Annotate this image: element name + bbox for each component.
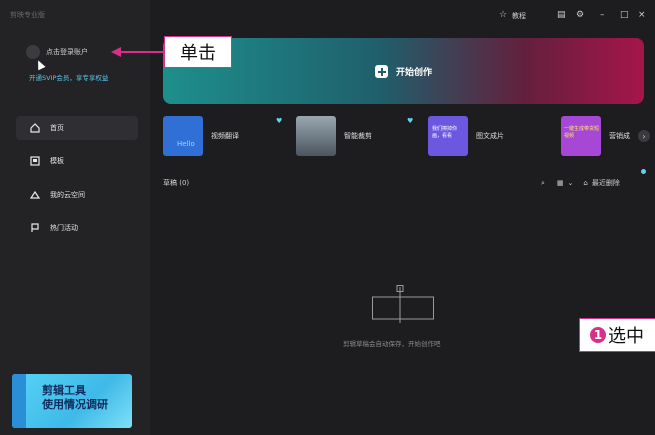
- notification-dot: [641, 169, 646, 174]
- survey-text: 剪辑工具 使用情况调研: [42, 384, 108, 412]
- sidebar-item-events[interactable]: 热门活动: [16, 216, 138, 240]
- start-creation-button[interactable]: 开始创作: [163, 38, 644, 104]
- tool-marketing[interactable]: 一键生成带货短视频 营销成: [561, 116, 630, 156]
- plus-icon: [374, 64, 388, 78]
- tool-label: 智能裁剪: [344, 132, 372, 140]
- sidebar-item-label: 我的云空间: [50, 191, 85, 199]
- minimize-icon[interactable]: –: [600, 10, 605, 20]
- sidebar-item-label: 首页: [50, 124, 64, 132]
- recycle-icon: ⌂: [583, 179, 588, 187]
- login-button[interactable]: 点击登录账户: [26, 45, 88, 59]
- feedback-icon[interactable]: ▤: [557, 10, 566, 20]
- survey-illustration: [12, 374, 26, 428]
- tutorial-button[interactable]: 教程: [512, 11, 526, 21]
- thumb-text: Hello: [177, 140, 195, 148]
- search-icon[interactable]: ⌕: [541, 179, 545, 188]
- drafts-title: 草稿 (0): [163, 179, 190, 187]
- sidebar-item-label: 热门活动: [50, 224, 78, 232]
- title-bar: ☆ 教程 ▤ ⚙ – □ ×: [150, 0, 655, 30]
- tool-text-to-video[interactable]: 我们擦掉你画，看看 图文成片: [428, 116, 504, 156]
- arrow-left-icon: [111, 47, 121, 57]
- cloud-icon: [30, 190, 40, 200]
- view-toggle-icon[interactable]: ▦: [557, 179, 564, 187]
- avatar: [26, 45, 40, 59]
- thumb-text: 我们擦掉你画，看看: [432, 126, 458, 139]
- tool-label: 营销成: [609, 132, 630, 140]
- tutorial-icon: ☆: [499, 10, 508, 20]
- start-creation-label: 开始创作: [395, 67, 432, 78]
- app-window: 剪映专业版 点击登录账户 开通SVIP会员，享专享权益 首页 模板 我的云空间: [0, 0, 655, 435]
- tool-label: 视频翻译: [211, 132, 239, 140]
- step-number: 1: [590, 327, 606, 343]
- tool-video-translate[interactable]: Hello 视频翻译: [163, 116, 239, 156]
- more-tools-button[interactable]: ›: [638, 130, 650, 142]
- sidebar-item-label: 模板: [50, 157, 64, 165]
- app-logo: 剪映专业版: [10, 11, 45, 19]
- click-callout: 单击: [164, 36, 232, 68]
- empty-drafts-text: 剪辑草稿会自动保存，开始创作吧: [343, 340, 441, 348]
- maximize-icon[interactable]: □: [620, 10, 629, 20]
- tool-thumbnail: 一键生成带货短视频: [561, 116, 601, 156]
- sidebar-item-templates[interactable]: 模板: [16, 149, 138, 173]
- survey-line2: 使用情况调研: [42, 398, 108, 411]
- tool-thumbnail: [296, 116, 336, 156]
- sidebar-item-cloud[interactable]: 我的云空间: [16, 183, 138, 207]
- thumb-text: 一键生成带货短视频: [564, 126, 600, 139]
- tool-smart-crop[interactable]: 智能裁剪: [296, 116, 372, 156]
- survey-banner[interactable]: 剪辑工具 使用情况调研: [12, 374, 132, 428]
- close-icon[interactable]: ×: [638, 10, 646, 20]
- drafts-toolbar: ⌕ ▦ ⌄ ⌂ 最近删除: [541, 176, 620, 190]
- chevron-down-icon[interactable]: ⌄: [568, 179, 574, 187]
- sidebar-item-home[interactable]: 首页: [16, 116, 138, 140]
- tool-thumbnail: 我们擦掉你画，看看: [428, 116, 468, 156]
- settings-icon[interactable]: ⚙: [576, 10, 584, 20]
- tool-thumbnail: Hello: [163, 116, 203, 156]
- svip-promo-link[interactable]: 开通SVIP会员，享专享权益: [29, 72, 108, 82]
- heart-icon: ♥: [407, 117, 414, 125]
- chevron-right-icon: ›: [642, 131, 646, 141]
- login-label: 点击登录账户: [46, 48, 88, 56]
- step-callout: 1 选中: [579, 318, 655, 352]
- recycle-bin-button[interactable]: 最近删除: [592, 178, 620, 188]
- empty-drafts-icon: [372, 285, 434, 323]
- sidebar: 剪映专业版 点击登录账户 开通SVIP会员，享专享权益 首页 模板 我的云空间: [0, 0, 150, 435]
- survey-line1: 剪辑工具: [42, 384, 86, 397]
- template-icon: [30, 156, 40, 166]
- step-label: 选中: [608, 326, 644, 347]
- mouse-cursor-icon: [34, 58, 46, 71]
- heart-icon: ♥: [276, 117, 283, 125]
- annotation-arrow: [120, 51, 164, 53]
- tool-label: 图文成片: [476, 132, 504, 140]
- home-icon: [30, 123, 40, 133]
- flag-icon: [30, 223, 40, 233]
